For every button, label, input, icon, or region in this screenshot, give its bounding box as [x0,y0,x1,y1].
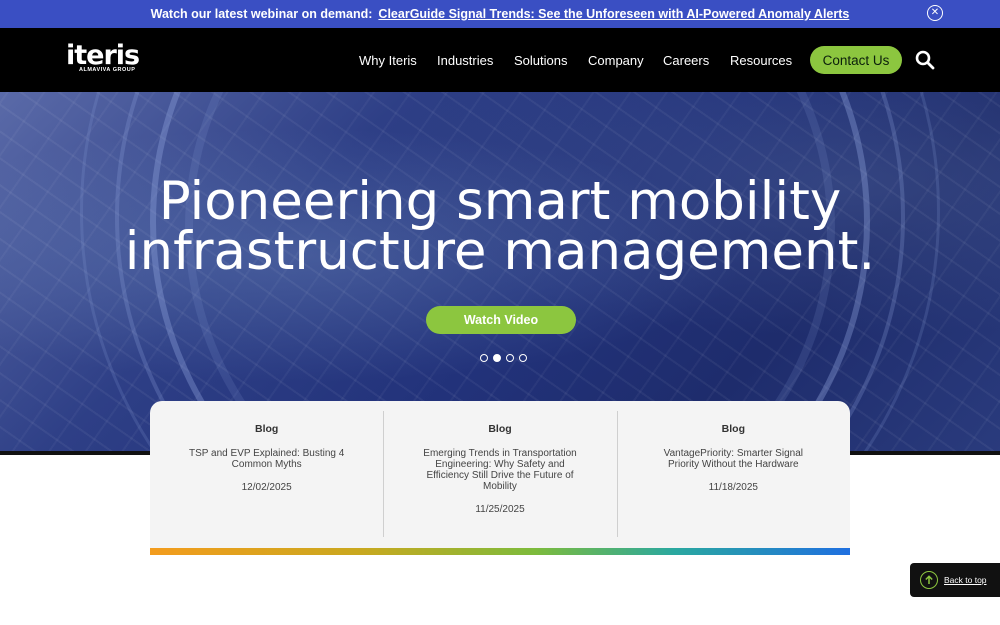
logo-wordmark: iteris [66,40,140,71]
announcement-bar: Watch our latest webinar on demand: Clea… [0,0,1000,28]
announcement-link[interactable]: ClearGuide Signal Trends: See the Unfore… [378,7,849,21]
carousel-dot-3[interactable] [506,354,514,362]
back-to-top-label: Back to top [944,575,987,585]
blog-title[interactable]: Emerging Trends in Transportation Engine… [383,448,616,492]
nav-item-why-iteris[interactable]: Why Iteris [359,53,417,68]
nav-item-solutions[interactable]: Solutions [514,53,567,68]
carousel-dot-2[interactable] [493,354,501,362]
blog-cards: Blog TSP and EVP Explained: Busting 4 Co… [150,401,850,549]
blog-category: Blog [721,423,745,435]
watch-video-button[interactable]: Watch Video [426,306,576,334]
search-icon[interactable] [915,50,935,70]
blog-card[interactable]: Blog VantagePriority: Smarter Signal Pri… [616,401,850,549]
main-navigation: iteris ALMAVIVA GROUP Why Iteris Industr… [0,28,1000,92]
nav-item-resources[interactable]: Resources [730,53,792,68]
blog-title[interactable]: VantagePriority: Smarter Signal Priority… [617,448,850,470]
gradient-accent-bar [150,548,850,555]
blog-date: 12/02/2025 [241,482,292,493]
nav-item-careers[interactable]: Careers [663,53,709,68]
carousel-dots [480,354,527,362]
back-to-top-button[interactable]: Back to top [910,563,1000,597]
blog-title[interactable]: TSP and EVP Explained: Busting 4 Common … [150,448,383,470]
announcement-prefix: Watch our latest webinar on demand: [150,7,373,21]
blog-category: Blog [488,423,512,435]
contact-us-button[interactable]: Contact Us [810,46,902,74]
logo-subtitle: ALMAVIVA GROUP [79,67,136,73]
nav-item-industries[interactable]: Industries [437,53,493,68]
hero-headline-line1: Pioneering smart mobility [158,171,842,232]
hero-headline: Pioneering smart mobility infrastructure… [0,171,1000,282]
nav-item-company[interactable]: Company [588,53,644,68]
blog-date: 11/25/2025 [475,504,525,515]
carousel-dot-4[interactable] [519,354,527,362]
blog-date: 11/18/2025 [708,482,758,493]
blog-category: Blog [255,423,279,435]
blog-card[interactable]: Blog TSP and EVP Explained: Busting 4 Co… [150,401,383,549]
hero-headline-line2: infrastructure management. [124,221,876,282]
carousel-dot-1[interactable] [480,354,488,362]
logo[interactable]: iteris ALMAVIVA GROUP [66,40,140,74]
close-icon[interactable]: ✕ [927,5,943,21]
arrow-up-circle-icon [920,571,938,589]
blog-card[interactable]: Blog Emerging Trends in Transportation E… [383,401,616,549]
